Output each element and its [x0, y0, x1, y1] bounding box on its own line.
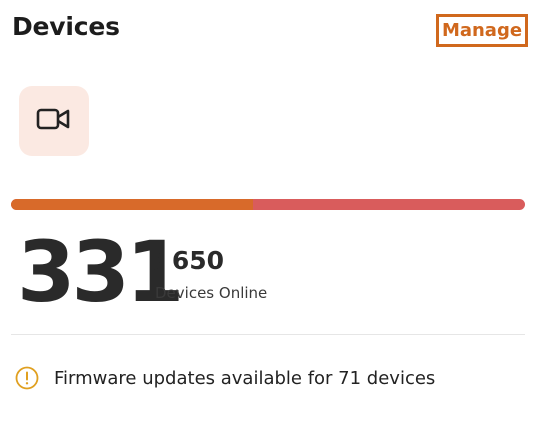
card-title: Devices	[12, 12, 120, 41]
divider	[11, 334, 525, 335]
total-count: / 650	[154, 246, 225, 275]
manage-button[interactable]: Manage	[436, 14, 528, 47]
firmware-notice: Firmware updates available for 71 device…	[14, 365, 435, 391]
progress-bar-fill	[11, 199, 253, 210]
device-icon-tile	[19, 86, 89, 156]
video-camera-icon	[36, 105, 72, 137]
devices-card: Devices Manage 331 / 650 Devices Online …	[0, 0, 537, 423]
firmware-notice-text: Firmware updates available for 71 device…	[54, 367, 436, 389]
devices-online-progress-bar	[11, 199, 525, 210]
warning-circle-icon	[14, 365, 40, 391]
devices-online-label: Devices Online	[155, 284, 268, 302]
